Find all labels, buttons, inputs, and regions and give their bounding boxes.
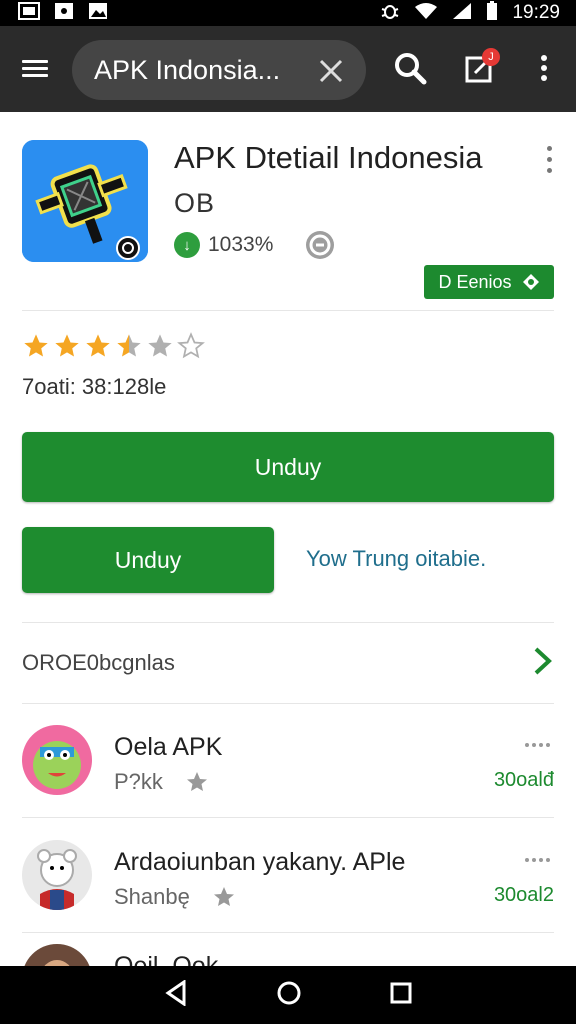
list-item-subtitle-text: P?kk: [114, 769, 163, 794]
image-notification-icon: [18, 1, 40, 25]
star-icon: [148, 334, 172, 357]
content-rating-chip[interactable]: D Eenios: [424, 265, 554, 299]
download-stat-icon: ↓: [174, 232, 200, 258]
list-item-more-icon[interactable]: [525, 743, 550, 747]
download-button[interactable]: Unduy: [22, 432, 554, 502]
chip-label: D Eenios: [438, 271, 512, 292]
list-item-count: 30oalđ: [493, 769, 554, 791]
section-title: OROE0bcgnlas: [22, 650, 175, 675]
list-item-title: Ardaoiunban yakany. APle: [114, 848, 406, 876]
list-item-subtitle: P?kk: [114, 769, 209, 795]
clear-icon[interactable]: [318, 58, 344, 84]
download-stat: ↓ 1033%: [174, 232, 273, 258]
list-item-subtitle-text: Shanbę: [114, 884, 190, 909]
category-icon: [306, 231, 334, 259]
star-half-icon: [117, 334, 141, 357]
star-icon: [55, 334, 79, 357]
battery-icon: [486, 0, 498, 26]
system-nav-bar: [0, 966, 576, 1024]
more-vert-icon[interactable]: [524, 48, 564, 88]
recents-icon[interactable]: [390, 982, 412, 1009]
search-icon[interactable]: [390, 48, 430, 88]
star-icon: [24, 334, 48, 357]
edit-icon[interactable]: J: [460, 48, 500, 88]
download-stat-value: 1033%: [208, 233, 274, 256]
list-item[interactable]: Ardaoiunban yakany. APle Shanbę 30oal2: [0, 818, 576, 934]
rating-stars: [22, 332, 205, 360]
photo-notification-icon: [88, 2, 108, 25]
chevron-right-icon[interactable]: [532, 646, 554, 676]
app-title: APK Dtetiail Indonesia: [174, 140, 483, 175]
search-query[interactable]: APK Indonsia...: [94, 55, 280, 86]
info-link[interactable]: Yow Trung oitabie.: [306, 546, 486, 572]
status-time: 19:29: [512, 2, 560, 23]
list-item-avatar: [22, 840, 92, 910]
notification-badge: J: [482, 48, 500, 66]
star-icon: [213, 887, 234, 906]
menu-icon[interactable]: [22, 56, 48, 80]
list-item-avatar: [22, 944, 92, 966]
list-item-avatar: [22, 725, 92, 795]
star-icon: [86, 334, 110, 357]
list-item-count: 30oal2: [493, 884, 554, 906]
star-outline-icon: [177, 332, 205, 359]
search-bar[interactable]: APK Indonsia...: [72, 40, 366, 100]
back-icon[interactable]: [164, 978, 188, 1011]
list-item-title: Oeil. Ook: [114, 952, 219, 966]
app-bar: APK Indonsia... J: [0, 26, 576, 112]
list-item-title: Oela APK: [114, 733, 223, 761]
list-item-subtitle: Shanbę: [114, 884, 236, 910]
developer-name[interactable]: OB: [174, 188, 215, 219]
bug-icon: [380, 1, 400, 26]
divider: [22, 310, 554, 311]
star-icon: [186, 772, 207, 791]
lock-notification-icon: [54, 2, 74, 25]
secondary-download-button[interactable]: Unduy: [22, 527, 274, 593]
list-item[interactable]: Oela APK P?kk 30oalđ: [0, 703, 576, 819]
app-overflow-icon[interactable]: [544, 146, 554, 176]
signal-icon: [452, 2, 472, 25]
chip-diamond-icon: [522, 274, 539, 290]
rating-summary: 7oati: 38:128le: [22, 374, 167, 399]
app-icon: [22, 140, 148, 262]
status-bar: 19:29: [0, 0, 576, 26]
list-item[interactable]: Oeil. Ook: [0, 924, 576, 966]
home-icon[interactable]: [276, 980, 302, 1011]
list-item-more-icon[interactable]: [525, 858, 550, 862]
wifi-icon: [414, 2, 438, 25]
divider: [22, 622, 554, 623]
